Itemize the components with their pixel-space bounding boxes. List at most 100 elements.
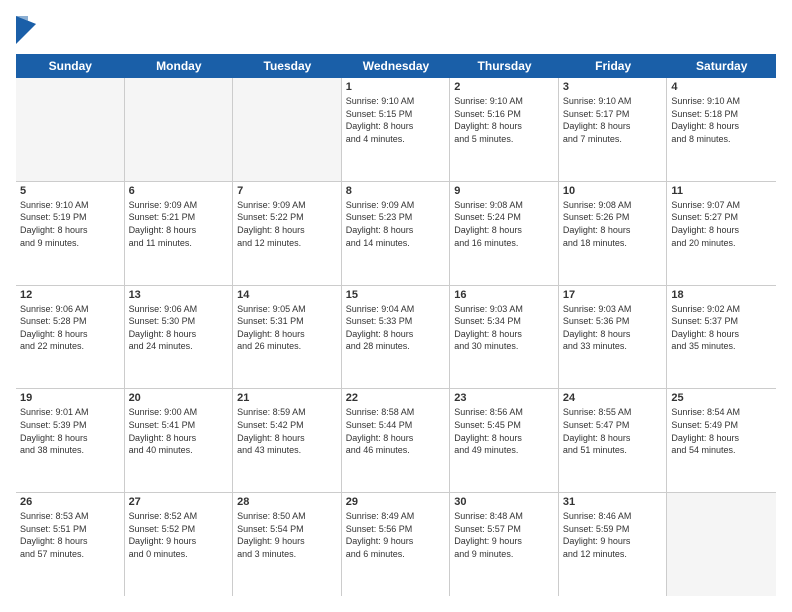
cell-details: Sunrise: 9:08 AM Sunset: 5:24 PM Dayligh… bbox=[454, 199, 554, 249]
cell-details: Sunrise: 9:10 AM Sunset: 5:19 PM Dayligh… bbox=[20, 199, 120, 249]
day-number: 1 bbox=[346, 81, 446, 93]
calendar-cell: 19 Sunrise: 9:01 AM Sunset: 5:39 PM Dayli… bbox=[16, 389, 125, 492]
day-number: 23 bbox=[454, 392, 554, 404]
cell-details: Sunrise: 8:53 AM Sunset: 5:51 PM Dayligh… bbox=[20, 510, 120, 560]
cell-details: Sunrise: 9:03 AM Sunset: 5:34 PM Dayligh… bbox=[454, 303, 554, 353]
cell-details: Sunrise: 8:58 AM Sunset: 5:44 PM Dayligh… bbox=[346, 406, 446, 456]
calendar-cell: 22 Sunrise: 8:58 AM Sunset: 5:44 PM Dayli… bbox=[342, 389, 451, 492]
calendar-cell bbox=[667, 493, 776, 596]
day-number: 12 bbox=[20, 289, 120, 301]
calendar-cell: 17Sunrise: 9:03 AM Sunset: 5:36 PM Dayli… bbox=[559, 286, 668, 389]
calendar-cell: 26 Sunrise: 8:53 AM Sunset: 5:51 PM Dayli… bbox=[16, 493, 125, 596]
calendar-header: SundayMondayTuesdayWednesdayThursdayFrid… bbox=[16, 54, 776, 78]
calendar-cell bbox=[125, 78, 234, 181]
day-number: 26 bbox=[20, 496, 120, 508]
cell-details: Sunrise: 9:10 AM Sunset: 5:17 PM Dayligh… bbox=[563, 95, 663, 145]
header-day: Thursday bbox=[450, 54, 559, 78]
day-number: 25 bbox=[671, 392, 772, 404]
calendar-cell: 9Sunrise: 9:08 AM Sunset: 5:24 PM Daylig… bbox=[450, 182, 559, 285]
calendar-row: 12 Sunrise: 9:06 AM Sunset: 5:28 PM Dayli… bbox=[16, 286, 776, 390]
cell-details: Sunrise: 9:05 AM Sunset: 5:31 PM Dayligh… bbox=[237, 303, 337, 353]
calendar-body: 1 Sunrise: 9:10 AM Sunset: 5:15 PM Daylig… bbox=[16, 78, 776, 596]
calendar-cell: 5 Sunrise: 9:10 AM Sunset: 5:19 PM Daylig… bbox=[16, 182, 125, 285]
cell-details: Sunrise: 8:59 AM Sunset: 5:42 PM Dayligh… bbox=[237, 406, 337, 456]
calendar-cell: 3Sunrise: 9:10 AM Sunset: 5:17 PM Daylig… bbox=[559, 78, 668, 181]
cell-details: Sunrise: 9:10 AM Sunset: 5:16 PM Dayligh… bbox=[454, 95, 554, 145]
header-day: Tuesday bbox=[233, 54, 342, 78]
cell-details: Sunrise: 8:48 AM Sunset: 5:57 PM Dayligh… bbox=[454, 510, 554, 560]
day-number: 2 bbox=[454, 81, 554, 93]
day-number: 8 bbox=[346, 185, 446, 197]
day-number: 18 bbox=[671, 289, 772, 301]
calendar-cell: 11 Sunrise: 9:07 AM Sunset: 5:27 PM Dayli… bbox=[667, 182, 776, 285]
day-number: 24 bbox=[563, 392, 663, 404]
cell-details: Sunrise: 8:49 AM Sunset: 5:56 PM Dayligh… bbox=[346, 510, 446, 560]
day-number: 16 bbox=[454, 289, 554, 301]
cell-details: Sunrise: 8:52 AM Sunset: 5:52 PM Dayligh… bbox=[129, 510, 229, 560]
cell-details: Sunrise: 8:56 AM Sunset: 5:45 PM Dayligh… bbox=[454, 406, 554, 456]
cell-details: Sunrise: 9:04 AM Sunset: 5:33 PM Dayligh… bbox=[346, 303, 446, 353]
calendar-cell: 15 Sunrise: 9:04 AM Sunset: 5:33 PM Dayli… bbox=[342, 286, 451, 389]
day-number: 27 bbox=[129, 496, 229, 508]
calendar-cell: 12 Sunrise: 9:06 AM Sunset: 5:28 PM Dayli… bbox=[16, 286, 125, 389]
cell-details: Sunrise: 8:54 AM Sunset: 5:49 PM Dayligh… bbox=[671, 406, 772, 456]
calendar-cell: 27 Sunrise: 8:52 AM Sunset: 5:52 PM Dayli… bbox=[125, 493, 234, 596]
cell-details: Sunrise: 8:50 AM Sunset: 5:54 PM Dayligh… bbox=[237, 510, 337, 560]
calendar-cell: 20 Sunrise: 9:00 AM Sunset: 5:41 PM Dayli… bbox=[125, 389, 234, 492]
calendar-cell: 16 Sunrise: 9:03 AM Sunset: 5:34 PM Dayli… bbox=[450, 286, 559, 389]
cell-details: Sunrise: 9:10 AM Sunset: 5:15 PM Dayligh… bbox=[346, 95, 446, 145]
day-number: 22 bbox=[346, 392, 446, 404]
calendar-cell: 24 Sunrise: 8:55 AM Sunset: 5:47 PM Dayli… bbox=[559, 389, 668, 492]
logo-icon bbox=[16, 16, 36, 44]
day-number: 17 bbox=[563, 289, 663, 301]
calendar-cell: 4 Sunrise: 9:10 AM Sunset: 5:18 PM Daylig… bbox=[667, 78, 776, 181]
calendar-cell: 2 Sunrise: 9:10 AM Sunset: 5:16 PM Daylig… bbox=[450, 78, 559, 181]
cell-details: Sunrise: 8:55 AM Sunset: 5:47 PM Dayligh… bbox=[563, 406, 663, 456]
cell-details: Sunrise: 9:09 AM Sunset: 5:22 PM Dayligh… bbox=[237, 199, 337, 249]
calendar-row: 1 Sunrise: 9:10 AM Sunset: 5:15 PM Daylig… bbox=[16, 78, 776, 182]
day-number: 7 bbox=[237, 185, 337, 197]
day-number: 21 bbox=[237, 392, 337, 404]
cell-details: Sunrise: 9:06 AM Sunset: 5:28 PM Dayligh… bbox=[20, 303, 120, 353]
calendar-cell: 1 Sunrise: 9:10 AM Sunset: 5:15 PM Daylig… bbox=[342, 78, 451, 181]
calendar-cell: 21 Sunrise: 8:59 AM Sunset: 5:42 PM Dayli… bbox=[233, 389, 342, 492]
calendar-cell: 23 Sunrise: 8:56 AM Sunset: 5:45 PM Dayli… bbox=[450, 389, 559, 492]
calendar-row: 26 Sunrise: 8:53 AM Sunset: 5:51 PM Dayli… bbox=[16, 493, 776, 596]
calendar-cell: 8 Sunrise: 9:09 AM Sunset: 5:23 PM Daylig… bbox=[342, 182, 451, 285]
cell-details: Sunrise: 9:01 AM Sunset: 5:39 PM Dayligh… bbox=[20, 406, 120, 456]
cell-details: Sunrise: 9:00 AM Sunset: 5:41 PM Dayligh… bbox=[129, 406, 229, 456]
calendar-row: 5 Sunrise: 9:10 AM Sunset: 5:19 PM Daylig… bbox=[16, 182, 776, 286]
calendar-cell: 6Sunrise: 9:09 AM Sunset: 5:21 PM Daylig… bbox=[125, 182, 234, 285]
cell-details: Sunrise: 9:09 AM Sunset: 5:23 PM Dayligh… bbox=[346, 199, 446, 249]
header-day: Sunday bbox=[16, 54, 125, 78]
calendar-cell: 10 Sunrise: 9:08 AM Sunset: 5:26 PM Dayli… bbox=[559, 182, 668, 285]
calendar-cell: 13Sunrise: 9:06 AM Sunset: 5:30 PM Dayli… bbox=[125, 286, 234, 389]
calendar: SundayMondayTuesdayWednesdayThursdayFrid… bbox=[16, 54, 776, 596]
calendar-cell: 18Sunrise: 9:02 AM Sunset: 5:37 PM Dayli… bbox=[667, 286, 776, 389]
day-number: 19 bbox=[20, 392, 120, 404]
page: SundayMondayTuesdayWednesdayThursdayFrid… bbox=[0, 0, 792, 612]
header-day: Friday bbox=[559, 54, 668, 78]
day-number: 11 bbox=[671, 185, 772, 197]
calendar-cell: 30 Sunrise: 8:48 AM Sunset: 5:57 PM Dayli… bbox=[450, 493, 559, 596]
header bbox=[16, 16, 776, 44]
day-number: 29 bbox=[346, 496, 446, 508]
calendar-cell: 31Sunrise: 8:46 AM Sunset: 5:59 PM Dayli… bbox=[559, 493, 668, 596]
calendar-cell: 7 Sunrise: 9:09 AM Sunset: 5:22 PM Daylig… bbox=[233, 182, 342, 285]
cell-details: Sunrise: 9:07 AM Sunset: 5:27 PM Dayligh… bbox=[671, 199, 772, 249]
header-day: Wednesday bbox=[342, 54, 451, 78]
header-day: Saturday bbox=[667, 54, 776, 78]
day-number: 14 bbox=[237, 289, 337, 301]
day-number: 5 bbox=[20, 185, 120, 197]
header-day: Monday bbox=[125, 54, 234, 78]
cell-details: Sunrise: 9:10 AM Sunset: 5:18 PM Dayligh… bbox=[671, 95, 772, 145]
cell-details: Sunrise: 9:09 AM Sunset: 5:21 PM Dayligh… bbox=[129, 199, 229, 249]
day-number: 4 bbox=[671, 81, 772, 93]
day-number: 30 bbox=[454, 496, 554, 508]
day-number: 15 bbox=[346, 289, 446, 301]
calendar-row: 19 Sunrise: 9:01 AM Sunset: 5:39 PM Dayli… bbox=[16, 389, 776, 493]
day-number: 20 bbox=[129, 392, 229, 404]
cell-details: Sunrise: 9:08 AM Sunset: 5:26 PM Dayligh… bbox=[563, 199, 663, 249]
day-number: 10 bbox=[563, 185, 663, 197]
cell-details: Sunrise: 9:06 AM Sunset: 5:30 PM Dayligh… bbox=[129, 303, 229, 353]
